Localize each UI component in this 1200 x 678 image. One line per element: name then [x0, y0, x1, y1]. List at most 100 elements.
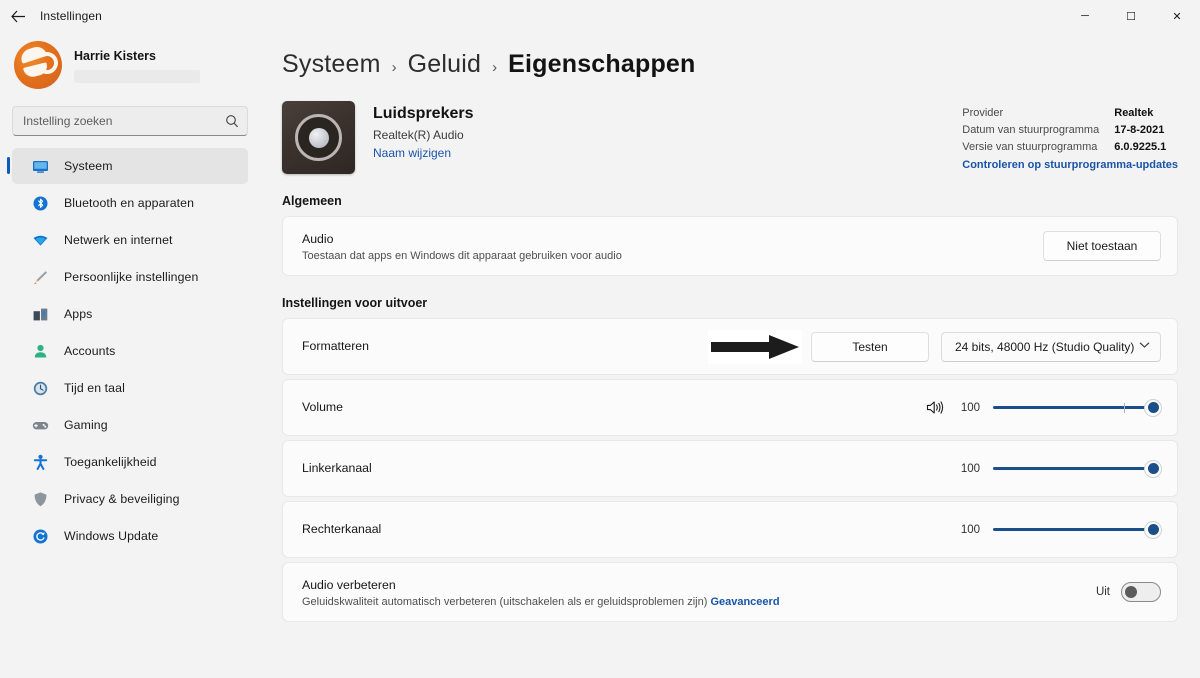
sidebar-item-label: Accounts	[64, 344, 116, 358]
close-button[interactable]: ✕	[1154, 0, 1200, 32]
apps-icon	[30, 304, 50, 324]
advanced-link[interactable]: Geavanceerd	[710, 596, 779, 608]
format-select[interactable]: 24 bits, 48000 Hz (Studio Quality)	[941, 331, 1161, 362]
enhance-audio-toggle-wrap: Uit	[1096, 582, 1161, 602]
chevron-right-icon: ›	[391, 59, 397, 76]
section-title-algemeen: Algemeen	[282, 194, 342, 208]
sidebar-item-label: Privacy & beveiliging	[64, 492, 180, 506]
driver-label: Datum van stuurprogramma	[962, 124, 1100, 136]
sidebar-nav: Systeem Bluetooth en apparaten Netwerk e…	[0, 148, 252, 555]
breadcrumb-item-geluid[interactable]: Geluid	[408, 50, 481, 79]
disallow-button[interactable]: Niet toestaan	[1043, 231, 1161, 261]
search-box[interactable]	[12, 106, 248, 136]
left-channel-value: 100	[960, 462, 980, 475]
maximize-button[interactable]: ☐	[1108, 0, 1154, 32]
check-driver-updates-link[interactable]: Controleren op stuurprogramma-updates	[962, 159, 1178, 171]
bluetooth-icon	[30, 193, 50, 213]
clock-icon	[30, 378, 50, 398]
left-channel-slider-area: 100	[954, 459, 1162, 478]
driver-info: Provider Realtek Datum van stuurprogramm…	[962, 101, 1178, 171]
sidebar-item-gaming[interactable]: Gaming	[12, 407, 248, 443]
volume-slider[interactable]	[993, 398, 1162, 417]
sidebar-item-label: Windows Update	[64, 529, 159, 543]
right-channel-card: Rechterkanaal 100	[282, 501, 1178, 558]
profile-section[interactable]: Harrie Kisters	[0, 32, 252, 94]
search-section	[0, 94, 252, 146]
audio-card: Audio Toestaan dat apps en Windows dit a…	[282, 216, 1178, 276]
back-button[interactable]	[0, 0, 36, 32]
format-card: Formatteren Testen 24 bits, 48000 Hz (St…	[282, 318, 1178, 375]
minimize-button[interactable]: ─	[1062, 0, 1108, 32]
sidebar-item-netwerk-en-internet[interactable]: Netwerk en internet	[12, 222, 248, 258]
sidebar-item-windows-update[interactable]: Windows Update	[12, 518, 248, 554]
driver-row: Provider Realtek	[962, 105, 1178, 122]
arrow-right-annotation	[708, 329, 802, 364]
audio-card-title: Audio	[302, 231, 334, 246]
main-content: Systeem › Geluid › Eigenschappen Luidspr…	[262, 32, 1200, 678]
left-channel-title: Linkerkanaal	[302, 461, 372, 475]
settings-window: Instellingen ─ ☐ ✕ Harrie Kisters Instel…	[0, 0, 1200, 678]
enhance-audio-text: Audio verbeteren Geluidskwaliteit automa…	[302, 577, 1096, 608]
profile-text: Harrie Kisters	[74, 48, 200, 83]
right-channel-slider[interactable]	[993, 520, 1162, 539]
accessibility-icon	[30, 452, 50, 472]
sidebar-item-label: Persoonlijke instellingen	[64, 270, 199, 284]
toggle-state-label: Uit	[1095, 586, 1110, 598]
slider-thumb[interactable]	[1144, 520, 1162, 539]
enhance-audio-subtitle: Geluidskwaliteit automatisch verbeteren …	[302, 596, 1096, 608]
volume-value: 100	[960, 401, 980, 414]
window-body: Harrie Kisters Instelling zoeken Systeem…	[0, 32, 1200, 678]
speaker-wave-icon	[926, 400, 945, 415]
left-channel-card-text: Linkerkanaal	[302, 460, 954, 477]
sidebar-item-tijd-en-taal[interactable]: Tijd en taal	[12, 370, 248, 406]
volume-card-text: Volume	[302, 399, 926, 416]
test-button[interactable]: Testen	[811, 331, 929, 362]
sidebar-item-apps[interactable]: Apps	[12, 296, 248, 332]
avatar	[14, 41, 62, 89]
device-subtitle: Realtek(R) Audio	[373, 128, 464, 142]
section-title-uitvoer: Instellingen voor uitvoer	[282, 296, 428, 310]
sidebar-item-label: Apps	[64, 307, 93, 321]
breadcrumb-item-eigenschappen: Eigenschappen	[508, 50, 696, 78]
title-bar: Instellingen ─ ☐ ✕	[0, 0, 1200, 32]
sidebar-item-bluetooth-en-apparaten[interactable]: Bluetooth en apparaten	[12, 185, 248, 221]
driver-label: Provider	[962, 107, 1004, 119]
driver-row: Versie van stuurprogramma 6.0.9225.1	[962, 139, 1178, 156]
sidebar: Harrie Kisters Instelling zoeken Systeem…	[0, 32, 262, 678]
device-name: Luidsprekers	[373, 105, 474, 122]
enhance-audio-toggle[interactable]	[1121, 582, 1161, 602]
device-header: Luidsprekers Realtek(R) Audio Naam wijzi…	[280, 101, 1178, 174]
sidebar-item-label: Netwerk en internet	[64, 233, 173, 247]
search-input[interactable]	[23, 114, 225, 128]
left-channel-slider[interactable]	[993, 459, 1162, 478]
volume-card: Volume 100	[282, 379, 1178, 436]
slider-thumb[interactable]	[1144, 459, 1162, 478]
window-title: Instellingen	[40, 9, 102, 23]
sidebar-item-persoonlijke-instellingen[interactable]: Persoonlijke instellingen	[12, 259, 248, 295]
monitor-icon	[30, 156, 50, 176]
shield-icon	[30, 489, 50, 509]
update-icon	[30, 526, 50, 546]
sidebar-item-privacy-beveiliging[interactable]: Privacy & beveiliging	[12, 481, 248, 517]
breadcrumb-item-systeem[interactable]: Systeem	[282, 50, 381, 79]
person-icon	[30, 341, 50, 361]
audio-card-subtitle: Toestaan dat apps en Windows dit apparaa…	[302, 249, 622, 262]
sidebar-item-label: Bluetooth en apparaten	[64, 196, 195, 210]
rename-device-link[interactable]: Naam wijzigen	[373, 146, 451, 160]
driver-label: Versie van stuurprogramma	[962, 141, 1098, 153]
device-info: Luidsprekers Realtek(R) Audio Naam wijzi…	[373, 101, 473, 162]
sidebar-item-toegankelijkheid[interactable]: Toegankelijkheid	[12, 444, 248, 480]
profile-name: Harrie Kisters	[74, 48, 156, 63]
audio-card-text: Audio Toestaan dat apps en Windows dit a…	[302, 231, 1043, 262]
right-channel-value: 100	[960, 523, 980, 536]
speaker-icon	[282, 101, 355, 174]
breadcrumb: Systeem › Geluid › Eigenschappen	[280, 32, 1178, 79]
right-channel-title: Rechterkanaal	[302, 522, 382, 536]
slider-track	[993, 406, 1161, 409]
right-channel-card-text: Rechterkanaal	[302, 521, 954, 538]
slider-thumb[interactable]	[1144, 398, 1162, 417]
toggle-knob	[1125, 586, 1137, 598]
sidebar-item-accounts[interactable]: Accounts	[12, 333, 248, 369]
sidebar-item-systeem[interactable]: Systeem	[7, 148, 248, 184]
gamepad-icon	[30, 415, 50, 435]
